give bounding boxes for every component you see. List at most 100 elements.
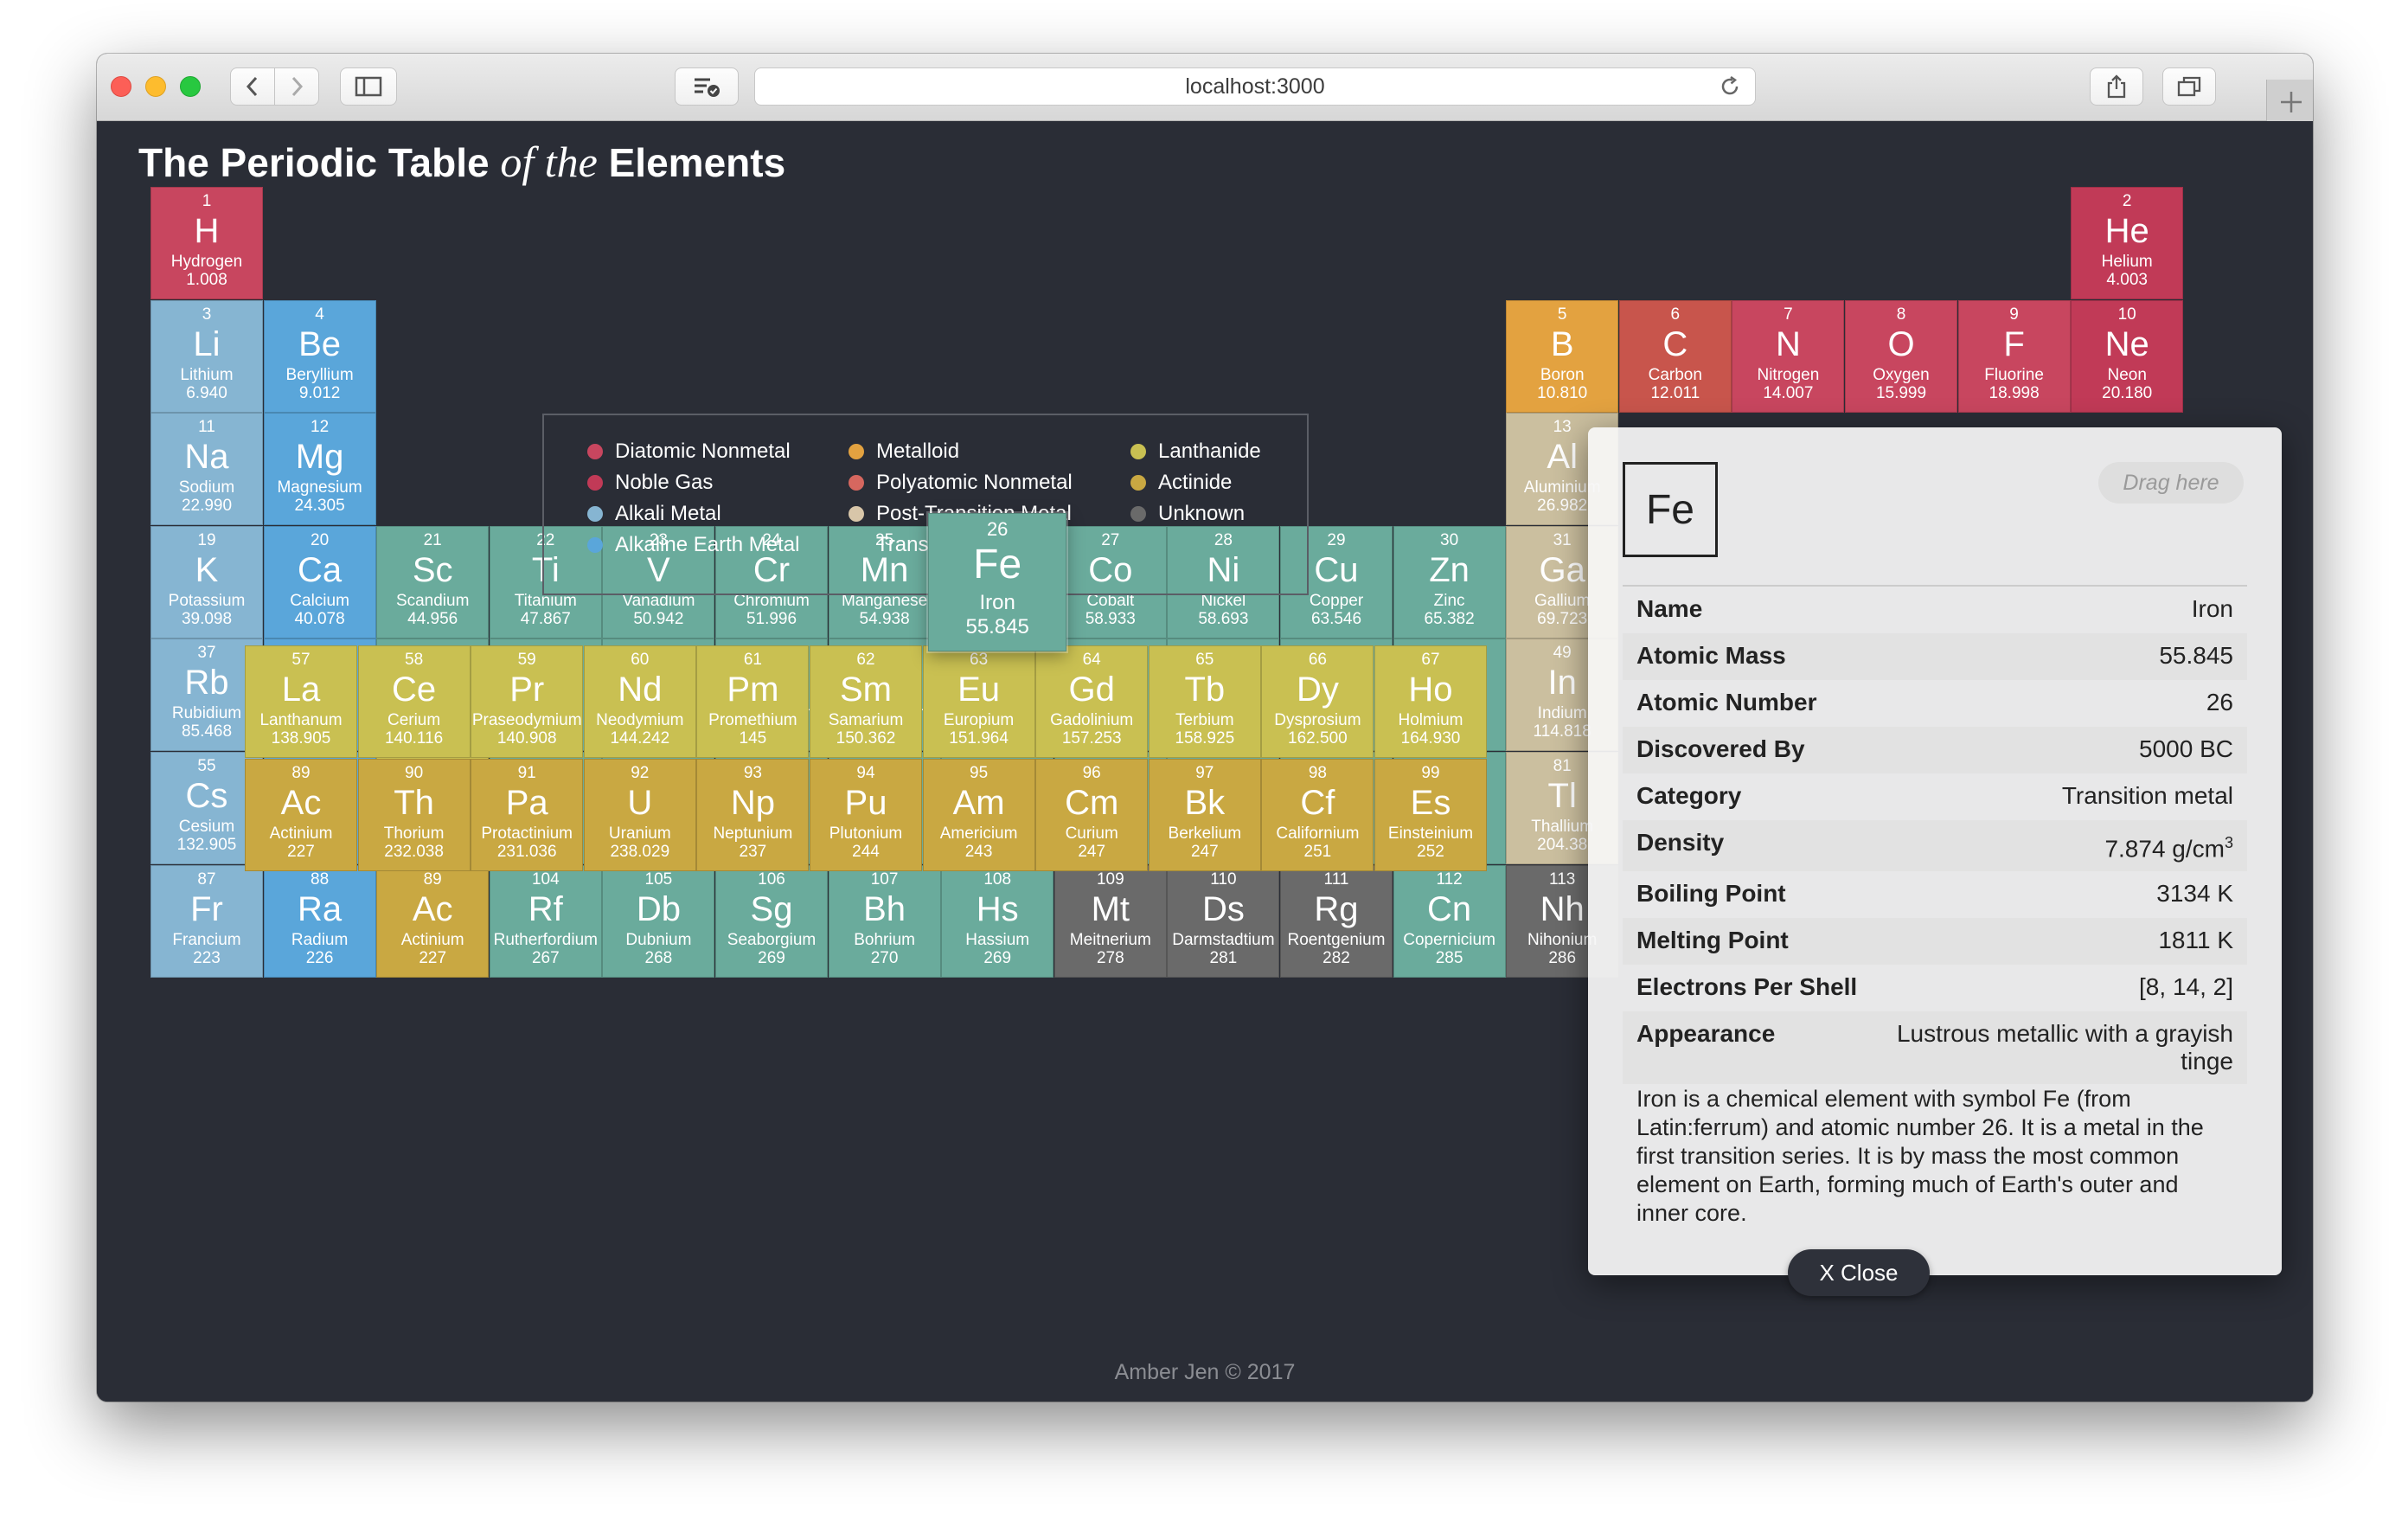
element-symbol: Es xyxy=(1410,783,1451,822)
drag-handle[interactable]: Drag here xyxy=(2098,462,2244,504)
forward-button[interactable] xyxy=(274,67,319,106)
element-cell-rg[interactable]: 111 Rg Roentgenium 282 xyxy=(1280,864,1393,978)
element-number: 110 xyxy=(1210,869,1237,889)
element-mass: 244 xyxy=(852,842,880,861)
element-symbol: K xyxy=(195,550,219,589)
element-symbol: Gd xyxy=(1068,671,1115,709)
element-cell-gd[interactable]: 64 Gd Gadolinium 157.253 xyxy=(1035,645,1149,758)
element-cell-pr[interactable]: 59 Pr Praseodymium 140.908 xyxy=(471,645,584,758)
element-number: 5 xyxy=(1557,305,1567,324)
element-number: 89 xyxy=(291,763,311,782)
element-symbol: Ne xyxy=(2104,324,2149,363)
element-mass: 226 xyxy=(305,948,334,967)
element-number: 8 xyxy=(1896,305,1906,324)
close-button[interactable]: X Close xyxy=(1788,1249,1930,1296)
element-symbol: Pa xyxy=(505,783,548,822)
element-cell-sm[interactable]: 62 Sm Samarium 150.362 xyxy=(810,645,922,758)
property-value-text: 7.874 g/cm xyxy=(2104,835,2225,863)
reload-icon[interactable] xyxy=(1717,74,1743,99)
element-cell-cm[interactable]: 96 Cm Curium 247 xyxy=(1035,758,1149,871)
minimize-window-button[interactable] xyxy=(145,76,166,97)
element-number: 58 xyxy=(405,651,424,669)
element-cell-pa[interactable]: 91 Pa Protactinium 231.036 xyxy=(471,758,584,871)
element-cell-mt[interactable]: 109 Mt Meitnerium 278 xyxy=(1054,864,1167,978)
element-cell-fe[interactable]: 26 Fe Iron 55.845 xyxy=(928,512,1067,651)
reader-extension-button[interactable] xyxy=(675,67,739,106)
element-cell-nd[interactable]: 60 Nd Neodymium 144.242 xyxy=(583,645,696,758)
property-value-text: Iron xyxy=(2191,595,2233,622)
element-name: Iron xyxy=(979,590,1015,614)
element-number: 109 xyxy=(1096,869,1124,889)
element-cell-na[interactable]: 11 Na Sodium 22.990 xyxy=(150,413,263,526)
element-cell-o[interactable]: 8 O Oxygen 15.999 xyxy=(1845,299,1957,413)
browser-toolbar: localhost:3000 xyxy=(97,54,2313,121)
new-tab-button[interactable] xyxy=(2266,80,2313,121)
element-cell-li[interactable]: 3 Li Lithium 6.940 xyxy=(150,299,263,413)
element-number: 97 xyxy=(1195,763,1214,782)
element-name: Nitrogen xyxy=(1757,365,1820,384)
element-cell-c[interactable]: 6 C Carbon 12.011 xyxy=(1618,299,1732,413)
element-cell-ds[interactable]: 110 Ds Darmstadtium 281 xyxy=(1167,864,1280,978)
element-cell-ra[interactable]: 88 Ra Radium 226 xyxy=(263,864,376,978)
element-cell-sg[interactable]: 106 Sg Seaborgium 269 xyxy=(715,864,828,978)
element-cell-pm[interactable]: 61 Pm Promethium 145 xyxy=(696,645,810,758)
element-cell-u[interactable]: 92 U Uranium 238.029 xyxy=(583,758,696,871)
element-cell-ce[interactable]: 58 Ce Cerium 140.116 xyxy=(357,645,471,758)
element-cell-eu[interactable]: 63 Eu Europium 151.964 xyxy=(922,645,1035,758)
property-row: Category Transition metal xyxy=(1623,773,2247,820)
tabs-overview-button[interactable] xyxy=(2162,67,2216,106)
element-cell-h[interactable]: 1 H Hydrogen 1.008 xyxy=(150,187,263,299)
element-cell-ac[interactable]: 89 Ac Actinium 227 xyxy=(245,758,357,871)
element-mass: 51.996 xyxy=(746,609,797,628)
element-cell-th[interactable]: 90 Th Thorium 232.038 xyxy=(357,758,471,871)
element-cell-ca[interactable]: 20 Ca Calcium 40.078 xyxy=(263,525,376,638)
element-cell-ho[interactable]: 67 Ho Holmium 164.930 xyxy=(1374,645,1487,758)
element-symbol: N xyxy=(1775,324,1801,363)
element-name: Promethium xyxy=(708,711,797,729)
element-mass: 65.382 xyxy=(1424,609,1475,628)
element-name: Neodymium xyxy=(596,711,684,729)
element-cell-ne[interactable]: 10 Ne Neon 20.180 xyxy=(2071,299,2184,413)
element-cell-np[interactable]: 93 Np Neptunium 237 xyxy=(696,758,810,871)
element-cell-am[interactable]: 95 Am Americium 243 xyxy=(922,758,1035,871)
element-cell-b[interactable]: 5 B Boron 10.810 xyxy=(1506,299,1619,413)
element-mass: 164.930 xyxy=(1400,729,1461,748)
element-cell-zn[interactable]: 30 Zn Zinc 65.382 xyxy=(1393,525,1506,638)
element-name: Terbium xyxy=(1175,711,1234,729)
element-symbol: Sc xyxy=(412,550,453,589)
category-legend: Diatomic Nonmetal Noble Gas Alkali Metal Al… xyxy=(542,414,1309,595)
element-cell-la[interactable]: 57 La Lanthanum138.905 xyxy=(245,645,357,758)
element-cell-fr[interactable]: 87 Fr Francium 223 xyxy=(150,864,263,978)
element-cell-es[interactable]: 99 Es Einsteinium 252 xyxy=(1374,758,1487,871)
element-cell-db[interactable]: 105 Db Dubnium 268 xyxy=(602,864,715,978)
element-name: Copernicium xyxy=(1403,930,1495,949)
element-cell-mg[interactable]: 12 Mg Magnesium 24.305 xyxy=(263,413,376,526)
element-cell-hs[interactable]: 108 Hs Hassium 269 xyxy=(941,864,1054,978)
back-button[interactable] xyxy=(230,67,275,106)
element-cell-be[interactable]: 4 Be Beryllium 9.012 xyxy=(263,299,376,413)
element-cell-n[interactable]: 7 N Nitrogen 14.007 xyxy=(1732,299,1845,413)
element-mass: 232.038 xyxy=(384,842,444,861)
sidebar-toggle-button[interactable] xyxy=(340,67,397,106)
zoom-window-button[interactable] xyxy=(180,76,201,97)
legend-item: Alkaline Earth Metal xyxy=(587,533,799,557)
element-cell-k[interactable]: 19 K Potassium 39.098 xyxy=(150,525,263,638)
element-cell-pu[interactable]: 94 Pu Plutonium 244 xyxy=(810,758,922,871)
property-key: Density xyxy=(1636,829,1725,856)
element-cell-sc[interactable]: 21 Sc Scandium 44.956 xyxy=(376,525,490,638)
element-cell-tb[interactable]: 65 Tb Terbium 158.925 xyxy=(1148,645,1261,758)
element-cell-dy[interactable]: 66 Dy Dysprosium 162.500 xyxy=(1261,645,1374,758)
element-cell-rf[interactable]: 104 Rf Rutherfordium 267 xyxy=(489,864,602,978)
element-cell-f[interactable]: 9 F Fluorine 18.998 xyxy=(1957,299,2071,413)
address-bar[interactable]: localhost:3000 xyxy=(754,67,1756,106)
element-name: Einsteinium xyxy=(1387,824,1474,843)
element-cell-bh[interactable]: 107 Bh Bohrium 270 xyxy=(828,864,941,978)
element-cell-ac[interactable]: 89 Ac Actinium 227 xyxy=(376,864,490,978)
element-name: Hydrogen xyxy=(170,253,243,271)
close-window-button[interactable] xyxy=(111,76,131,97)
element-cell-cn[interactable]: 112 Cn Copernicium 285 xyxy=(1393,864,1506,978)
element-cell-cf[interactable]: 98 Cf Californium 251 xyxy=(1261,758,1374,871)
element-cell-bk[interactable]: 97 Bk Berkelium 247 xyxy=(1148,758,1261,871)
element-cell-he[interactable]: 2 He Helium 4.003 xyxy=(2071,187,2184,299)
share-button[interactable] xyxy=(2090,67,2143,106)
